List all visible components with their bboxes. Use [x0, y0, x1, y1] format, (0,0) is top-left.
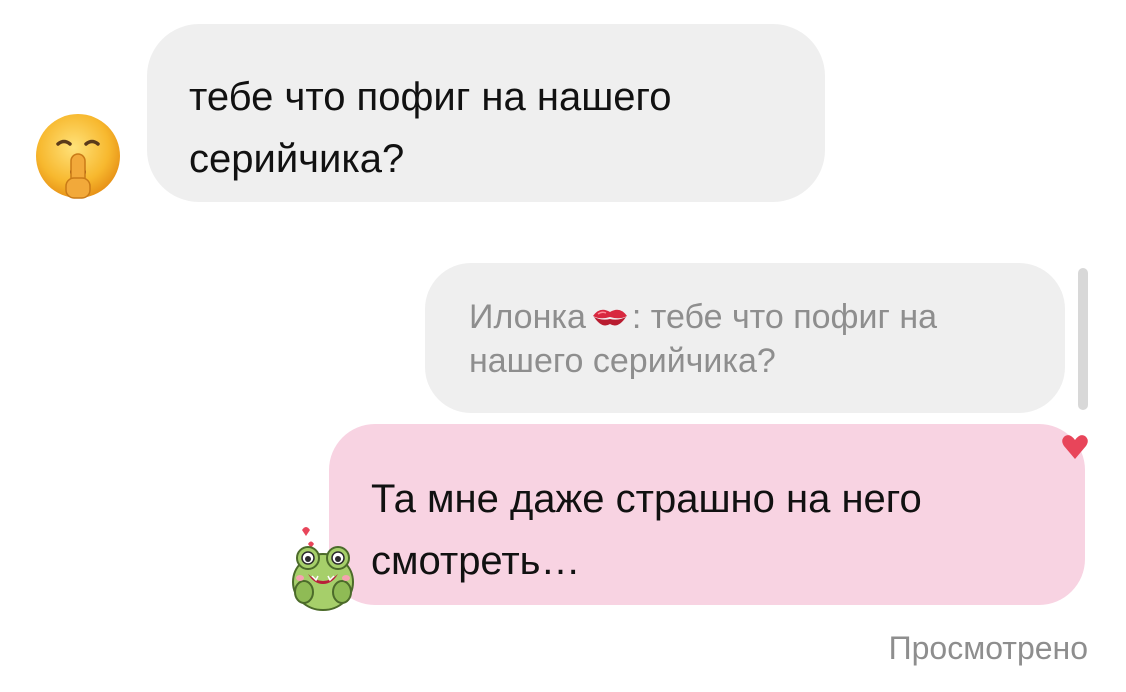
outgoing-message-bubble[interactable]: Та мне даже страшно на него смотреть… — [329, 424, 1085, 605]
shushing-face-emoji-icon — [34, 112, 122, 200]
outgoing-message-line-2: смотреть… — [371, 539, 581, 583]
reply-quote-line-2: нашего серийчика? — [469, 342, 776, 380]
reply-quote-text-1: тебе что пофиг на — [641, 298, 938, 336]
outgoing-message-line-1: Та мне даже страшно на него — [371, 477, 922, 521]
reply-quote-line-1: Илонка : тебе что пофиг на — [469, 295, 1035, 339]
heart-icon[interactable] — [1060, 432, 1090, 462]
frog-sticker-icon — [288, 522, 358, 614]
reply-quote-separator: : — [631, 298, 642, 336]
reply-quote-author: Илонка — [469, 298, 586, 336]
incoming-message-line-1: тебе что пофиг на нашего — [189, 75, 672, 119]
seen-status: Просмотрено — [888, 630, 1088, 666]
incoming-message-bubble[interactable]: тебе что пофиг на нашего серийчика? — [147, 24, 825, 202]
kiss-mark-icon — [590, 299, 630, 329]
reply-quote-bubble[interactable]: Илонка : тебе что пофиг на нашего серийч… — [425, 263, 1065, 413]
reply-indicator-bar — [1078, 268, 1088, 410]
incoming-message-line-2: серийчика? — [189, 137, 405, 181]
